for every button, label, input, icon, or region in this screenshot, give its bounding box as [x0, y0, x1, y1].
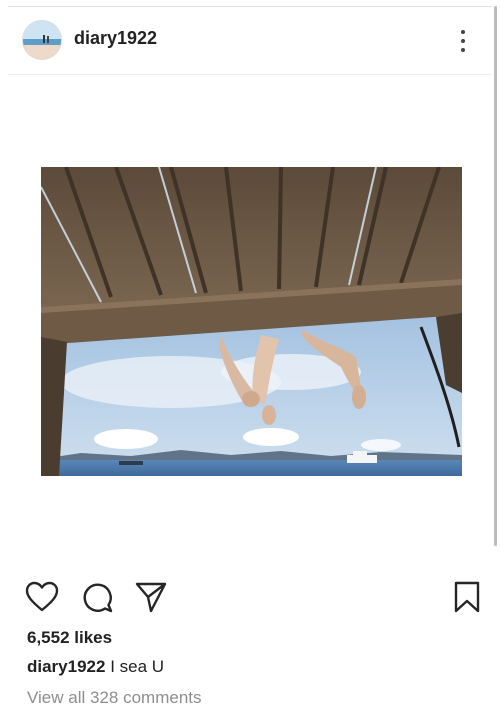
caption-text: I sea U [110, 657, 165, 676]
post-header: diary1922 [0, 14, 490, 70]
post-photo[interactable] [41, 167, 462, 476]
post-photo-image [41, 167, 462, 476]
post-username[interactable]: diary1922 [74, 28, 157, 49]
avatar[interactable] [22, 20, 62, 60]
top-divider [8, 6, 492, 7]
action-bar [0, 580, 500, 616]
scrollbar[interactable] [494, 6, 497, 546]
more-vertical-icon[interactable] [455, 26, 471, 56]
likes-count[interactable]: 6,552 likes [27, 628, 112, 648]
caption-username[interactable]: diary1922 [27, 657, 105, 676]
send-icon[interactable] [134, 580, 168, 614]
heart-icon[interactable] [25, 580, 59, 614]
avatar-image [23, 21, 61, 59]
comment-icon[interactable] [80, 580, 114, 614]
view-comments-link[interactable]: View all 328 comments [27, 688, 202, 708]
header-divider [8, 74, 492, 75]
caption: diary1922 I sea U [27, 657, 164, 677]
bookmark-icon[interactable] [450, 580, 484, 614]
